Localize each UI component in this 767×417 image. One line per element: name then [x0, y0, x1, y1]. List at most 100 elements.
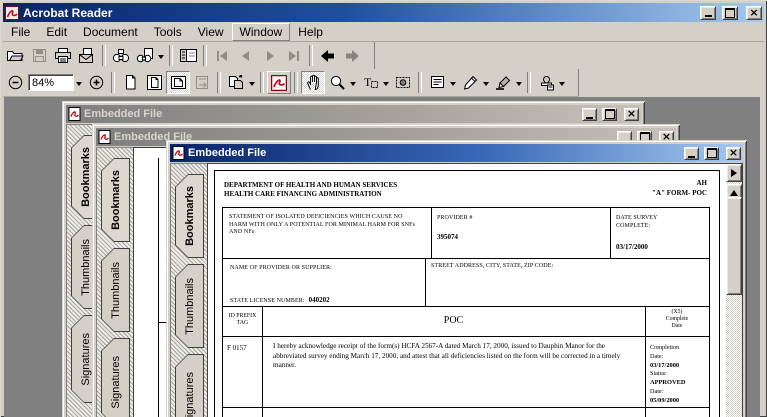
- actual-size-button[interactable]: [118, 71, 142, 94]
- zoom-tool-dropdown-arrow[interactable]: [350, 81, 356, 89]
- first-page-button[interactable]: [210, 44, 234, 67]
- hand-tool-button[interactable]: [301, 71, 325, 94]
- middle-tab-thumbnails[interactable]: Thumbnails: [101, 248, 130, 332]
- last-page-button[interactable]: [282, 44, 306, 67]
- stamp-tool-dropdown-arrow[interactable]: [559, 81, 565, 89]
- nav-pane-button[interactable]: [176, 44, 200, 67]
- app-minimize-button[interactable]: [700, 5, 716, 20]
- go-forward-button[interactable]: [340, 44, 364, 67]
- highlight-tool-button[interactable]: [491, 71, 515, 94]
- open-button[interactable]: [3, 44, 27, 67]
- doc-table: STATEMENT OF ISOLATED DEFICIENCIES WHICH…: [222, 207, 710, 417]
- fit-width-button[interactable]: [166, 71, 190, 94]
- zoom-tool-button[interactable]: [325, 71, 349, 94]
- search-button[interactable]: [133, 44, 157, 67]
- toolbar-separator: [102, 45, 106, 66]
- menu-file[interactable]: File: [3, 23, 38, 41]
- pencil-tool-button[interactable]: [458, 71, 482, 94]
- highlight-icon: [496, 76, 511, 90]
- acrobat-button[interactable]: [267, 71, 291, 94]
- front-window-maximize-button[interactable]: [704, 146, 719, 160]
- next-page-button[interactable]: [258, 44, 282, 67]
- text-select-dropdown-arrow[interactable]: [383, 81, 389, 89]
- back-window-maximize-button[interactable]: [602, 107, 617, 121]
- graphics-select-icon: [396, 77, 410, 88]
- zoom-level-input[interactable]: 84%: [28, 74, 74, 91]
- note-icon: [430, 76, 444, 88]
- email-button[interactable]: [75, 44, 99, 67]
- app-close-button[interactable]: ×: [746, 5, 762, 20]
- find-button[interactable]: [109, 44, 133, 67]
- pdf-file-icon: [98, 130, 111, 144]
- back-window-minimize-button[interactable]: [582, 107, 597, 121]
- back-window-title: Embedded File: [84, 108, 163, 120]
- front-window-close-button[interactable]: ×: [726, 146, 741, 160]
- doc-agency-line1: DEPARTMENT OF HEALTH AND HUMAN SERVICES: [224, 181, 398, 189]
- reflow-button[interactable]: [190, 71, 214, 94]
- prev-page-button[interactable]: [234, 44, 258, 67]
- front-tab-signatures[interactable]: Signatures: [175, 354, 204, 417]
- back-window-titlebar[interactable]: Embedded File ×: [66, 105, 641, 123]
- app-titlebar[interactable]: Acrobat Reader ×: [3, 3, 764, 22]
- stamp-tool-button[interactable]: [534, 71, 558, 94]
- note-tool-dropdown-arrow[interactable]: [450, 81, 456, 89]
- menu-edit[interactable]: Edit: [38, 23, 75, 41]
- save-button[interactable]: [27, 44, 51, 67]
- note-tool-button[interactable]: [425, 71, 449, 94]
- text-select-button[interactable]: T: [358, 71, 382, 94]
- front-window-minimize-button[interactable]: [684, 146, 699, 160]
- menu-help[interactable]: Help: [290, 23, 331, 41]
- app-title: Acrobat Reader: [23, 5, 113, 20]
- print-button[interactable]: [51, 44, 75, 67]
- acrobat-reader-window: Acrobat Reader × File Edit Document Tool…: [0, 0, 767, 417]
- front-document-pane[interactable]: DEPARTMENT OF HEALTH AND HUMAN SERVICES …: [207, 163, 743, 417]
- text-select-icon: T: [364, 75, 378, 89]
- last-page-icon: [289, 50, 299, 61]
- doc-col3-header: (X5) Complete Date: [665, 309, 689, 329]
- menu-window[interactable]: Window: [231, 23, 291, 41]
- toolbar-separator: [111, 72, 115, 93]
- middle-tab-signatures[interactable]: Signatures: [101, 338, 130, 417]
- back-window-close-button[interactable]: ×: [624, 107, 639, 121]
- hand-icon: [306, 74, 319, 91]
- doc-date-survey-value: 03/17/2000: [616, 243, 648, 251]
- document-page: DEPARTMENT OF HEALTH AND HUMAN SERVICES …: [214, 170, 720, 417]
- app-maximize-button[interactable]: [722, 5, 738, 20]
- nav-pane-toggle-button[interactable]: [726, 164, 742, 182]
- toolbar-separator: [527, 72, 531, 93]
- pencil-tool-dropdown-arrow[interactable]: [483, 81, 489, 89]
- page-layout-dropdown-arrow[interactable]: [249, 81, 255, 89]
- middle-tab-bookmarks[interactable]: Bookmarks: [101, 158, 130, 242]
- menu-document[interactable]: Document: [75, 23, 146, 41]
- front-tab-thumbnails[interactable]: Thumbnails: [175, 264, 204, 348]
- menu-tools[interactable]: Tools: [146, 23, 190, 41]
- zoom-out-button[interactable]: [3, 71, 27, 94]
- prev-page-icon: [242, 50, 249, 61]
- acrobat-icon: [271, 74, 287, 91]
- doc-license-value: 040202: [308, 296, 330, 304]
- front-window-titlebar[interactable]: Embedded File ×: [170, 144, 743, 162]
- doc-license-row: STATE LICENSE NUMBER: 040202: [230, 289, 330, 307]
- fit-page-icon: [146, 75, 162, 90]
- scrollbar-thumb[interactable]: [726, 197, 742, 295]
- highlight-tool-dropdown-arrow[interactable]: [516, 81, 522, 89]
- search-dropdown-arrow[interactable]: [158, 54, 164, 62]
- zoom-dropdown-arrow[interactable]: [76, 81, 82, 89]
- doc-corner-code: AH: [696, 179, 708, 187]
- back-icon: [321, 49, 334, 62]
- doc-provider-label: PROVIDER #: [437, 215, 473, 221]
- embedded-file-window-front[interactable]: Embedded File × Bookmarks Thumbnails Sig…: [166, 140, 747, 417]
- graphics-select-button[interactable]: [391, 71, 415, 94]
- doc-poc-text: I hereby acknowledge receipt of the form…: [273, 342, 621, 370]
- fit-page-button[interactable]: [142, 71, 166, 94]
- page-edge-line: [158, 158, 159, 417]
- table-line: [223, 258, 709, 259]
- zoom-in-button[interactable]: [84, 71, 108, 94]
- page-layout-button[interactable]: [224, 71, 248, 94]
- front-tab-bookmarks[interactable]: Bookmarks: [175, 174, 204, 258]
- menu-view[interactable]: View: [190, 23, 232, 41]
- toolbar-separator: [309, 45, 313, 66]
- go-back-button[interactable]: [316, 44, 340, 67]
- vertical-scrollbar[interactable]: [726, 164, 742, 417]
- save-icon: [32, 49, 46, 62]
